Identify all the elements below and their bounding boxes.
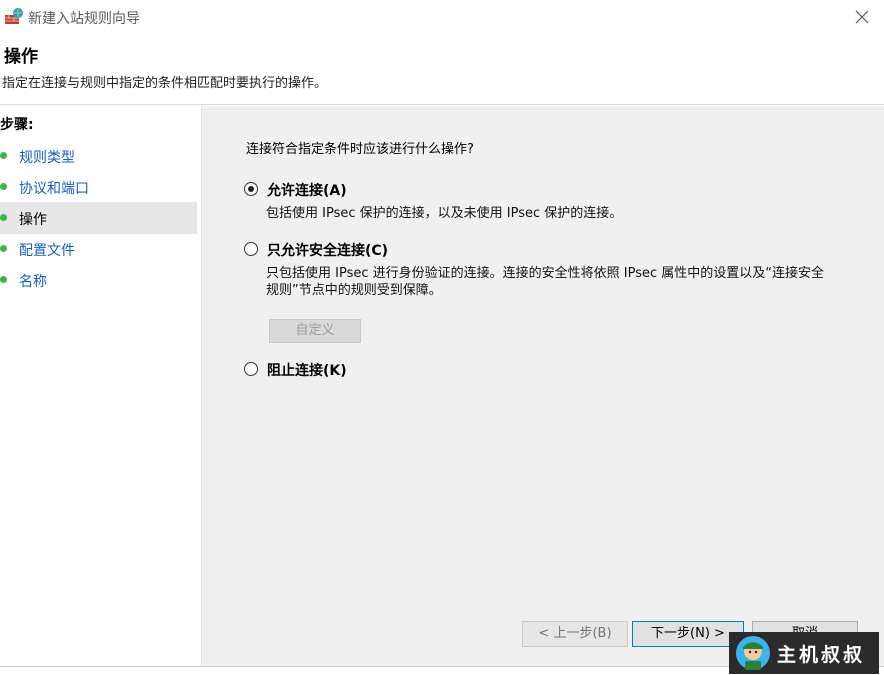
- watermark: 主机叔叔: [729, 632, 879, 674]
- sidebar-item-name[interactable]: 名称: [0, 264, 197, 296]
- mascot-logo-icon: [735, 635, 771, 671]
- sidebar-item-protocol-ports[interactable]: 协议和端口: [0, 171, 197, 203]
- sidebar-item-rule-type[interactable]: 规则类型: [0, 140, 197, 172]
- content-panel: 连接符合指定条件时应该进行什么操作? 允许连接(A) 包括使用 IPsec 保护…: [202, 106, 884, 666]
- header-divider: [0, 104, 884, 105]
- sidebar-item-action[interactable]: 操作: [0, 202, 197, 234]
- window-title: 新建入站规则向导: [28, 11, 140, 27]
- title-bar: 新建入站规则向导: [0, 0, 884, 34]
- step-dot-icon: [0, 214, 7, 221]
- allow-secure-label[interactable]: 只允许安全连接(C): [267, 240, 388, 260]
- wizard-header: 操作 指定在连接与规则中指定的条件相匹配时要执行的操作。: [0, 34, 884, 106]
- sidebar-item-label: 协议和端口: [19, 181, 89, 197]
- close-icon: [855, 10, 869, 24]
- allow-connection-label[interactable]: 允许连接(A): [267, 180, 347, 200]
- step-dot-icon: [0, 183, 7, 190]
- sidebar-item-profile[interactable]: 配置文件: [0, 233, 197, 265]
- watermark-text: 主机叔叔: [777, 644, 866, 666]
- allow-connection-radio[interactable]: [244, 182, 258, 196]
- steps-heading: 步骤:: [0, 117, 34, 133]
- back-button[interactable]: < 上一步(B): [522, 621, 628, 647]
- page-subtitle: 指定在连接与规则中指定的条件相匹配时要执行的操作。: [2, 76, 328, 91]
- sidebar-item-label: 名称: [19, 274, 47, 290]
- customize-button[interactable]: 自定义: [269, 319, 361, 343]
- block-connection-label[interactable]: 阻止连接(K): [267, 360, 347, 380]
- step-dot-icon: [0, 152, 7, 159]
- next-button[interactable]: 下一步(N) >: [632, 621, 744, 647]
- page-title: 操作: [4, 47, 38, 67]
- allow-secure-radio[interactable]: [244, 242, 258, 256]
- steps-sidebar: 步骤: 规则类型 协议和端口 操作 配置文件 名称: [0, 106, 202, 674]
- action-question: 连接符合指定条件时应该进行什么操作?: [246, 142, 474, 157]
- step-dot-icon: [0, 276, 7, 283]
- allow-connection-description: 包括使用 IPsec 保护的连接，以及未使用 IPsec 保护的连接。: [266, 206, 623, 221]
- sidebar-item-label: 操作: [19, 212, 47, 228]
- step-dot-icon: [0, 245, 7, 252]
- allow-secure-description: 只包括使用 IPsec 进行身份验证的连接。连接的安全性将依照 IPsec 属性…: [266, 266, 824, 298]
- sidebar-item-label: 规则类型: [19, 150, 75, 166]
- sidebar-item-label: 配置文件: [19, 243, 75, 259]
- firewall-icon: [4, 7, 24, 25]
- block-connection-radio[interactable]: [244, 362, 258, 376]
- close-button[interactable]: [850, 6, 874, 28]
